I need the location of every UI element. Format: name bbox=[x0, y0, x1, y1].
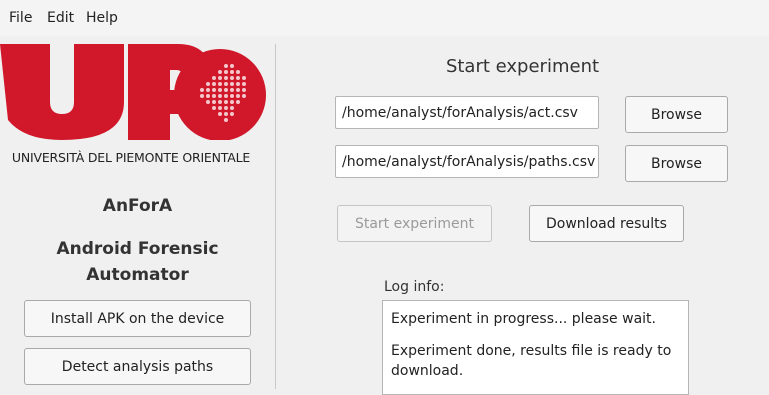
download-results-button[interactable]: Download results bbox=[529, 205, 684, 242]
university-logo bbox=[0, 40, 275, 141]
log-textarea[interactable]: Experiment in progress... please wait. E… bbox=[382, 300, 689, 395]
page-title: Start experiment bbox=[445, 56, 600, 77]
detect-paths-button[interactable]: Detect analysis paths bbox=[24, 348, 251, 385]
university-name: UNIVERSITÀ DEL PIEMONTE ORIENTALE bbox=[11, 150, 251, 165]
start-experiment-button[interactable]: Start experiment bbox=[337, 205, 492, 242]
log-line: Experiment in progress... please wait. bbox=[391, 311, 656, 327]
app-full-name-line2: Automator bbox=[86, 265, 189, 285]
act-file-field[interactable]: /home/analyst/forAnalysis/act.csv bbox=[335, 96, 599, 129]
log-label: Log info: bbox=[384, 279, 445, 295]
app-full-name: Android Forensic Automator bbox=[0, 236, 275, 288]
app-short-name: AnForA bbox=[102, 196, 173, 216]
paths-file-field[interactable]: /home/analyst/forAnalysis/paths.csv bbox=[335, 145, 599, 178]
menu-edit[interactable]: Edit bbox=[47, 10, 74, 26]
panel-divider bbox=[275, 44, 276, 389]
browse-act-button[interactable]: Browse bbox=[625, 96, 728, 133]
app-full-name-line1: Android Forensic bbox=[56, 239, 219, 259]
upo-logo-icon bbox=[0, 44, 266, 141]
menu-help[interactable]: Help bbox=[86, 10, 118, 26]
menu-file[interactable]: File bbox=[9, 10, 32, 26]
log-line: Experiment done, results file is ready t… bbox=[391, 343, 672, 379]
menu-bar: File Edit Help bbox=[0, 0, 769, 36]
browse-paths-button[interactable]: Browse bbox=[625, 145, 728, 182]
install-apk-button[interactable]: Install APK on the device bbox=[24, 300, 251, 337]
